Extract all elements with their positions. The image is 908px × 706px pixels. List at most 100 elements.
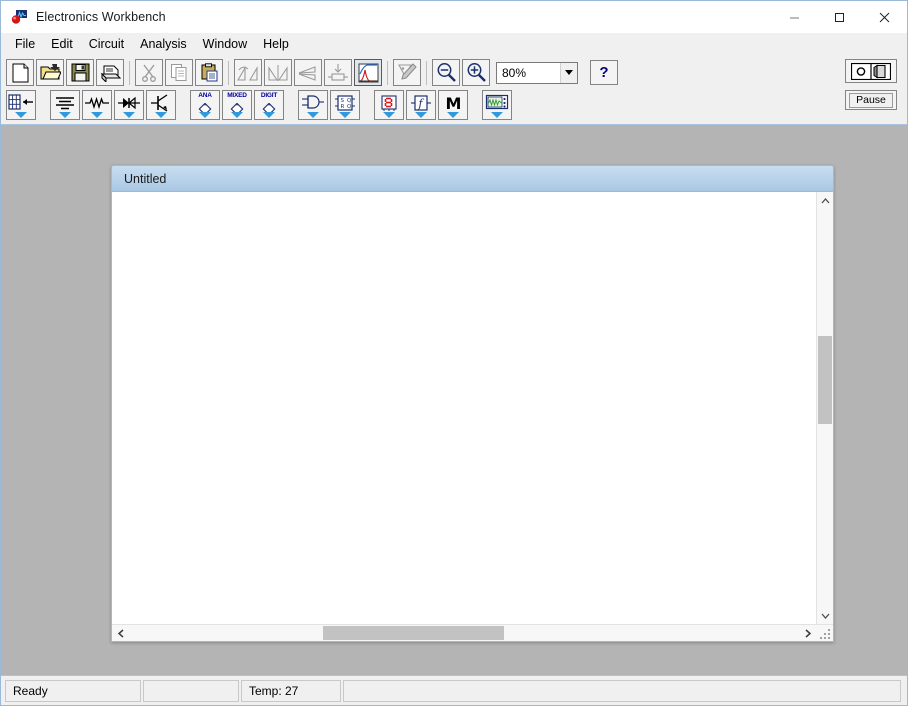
sr-flipflop-icon: S R Q Q xyxy=(334,92,356,113)
pause-button[interactable]: Pause xyxy=(845,90,897,110)
bin-dropdown-arrow-icon[interactable] xyxy=(59,112,71,118)
create-subcircuit-button[interactable] xyxy=(324,59,352,86)
favorites-bin-button[interactable] xyxy=(6,90,36,120)
vertical-scroll-thumb[interactable] xyxy=(818,336,832,424)
bin-dropdown-arrow-icon[interactable] xyxy=(339,112,351,118)
copy-button[interactable] xyxy=(165,59,193,86)
rotate-component-icon xyxy=(237,64,259,82)
toolbar-separator xyxy=(387,61,388,85)
circuit-document-window[interactable]: Untitled xyxy=(111,165,834,642)
bin-dropdown-arrow-icon[interactable] xyxy=(491,112,503,118)
bin-dropdown-arrow-icon[interactable] xyxy=(123,112,135,118)
flip-vertical-button[interactable] xyxy=(294,59,322,86)
vertical-scroll-track[interactable] xyxy=(817,209,833,607)
menu-item-file[interactable]: File xyxy=(7,34,43,54)
canvas-row xyxy=(112,192,833,624)
window-controls xyxy=(772,1,907,33)
minimize-icon[interactable] xyxy=(772,1,817,33)
controls-bin-button[interactable]: f xyxy=(406,90,436,120)
save-file-button[interactable] xyxy=(66,59,94,86)
window-title: Electronics Workbench xyxy=(36,10,166,24)
status-panel-4 xyxy=(343,680,901,702)
workspace-area[interactable]: Untitled xyxy=(1,125,907,675)
basic-bin-button[interactable] xyxy=(82,90,112,120)
rotate-button[interactable] xyxy=(234,59,262,86)
flip-vertical-icon xyxy=(297,64,319,82)
close-icon[interactable] xyxy=(862,1,907,33)
sources-bin-button[interactable] xyxy=(50,90,80,120)
bin-dropdown-arrow-icon[interactable] xyxy=(15,112,27,118)
maximize-icon[interactable] xyxy=(817,1,862,33)
analog-ics-bin-button[interactable]: ANA xyxy=(190,90,220,120)
diodes-bin-button[interactable] xyxy=(114,90,144,120)
mixed-ics-bin-button[interactable]: MIXED xyxy=(222,90,252,120)
menu-item-window[interactable]: Window xyxy=(195,34,255,54)
resistor-icon xyxy=(84,92,110,113)
power-switch[interactable] xyxy=(845,59,897,83)
resize-grip-icon[interactable] xyxy=(816,625,833,642)
status-message: Ready xyxy=(5,680,141,702)
zoom-out-button[interactable] xyxy=(432,59,460,86)
scroll-down-arrow-icon[interactable] xyxy=(817,607,834,624)
miscellaneous-bin-button[interactable]: M xyxy=(438,90,468,120)
indicators-bin-button[interactable] xyxy=(374,90,404,120)
menu-item-analysis[interactable]: Analysis xyxy=(132,34,195,54)
paste-button[interactable] xyxy=(195,59,223,86)
bin-dropdown-arrow-icon[interactable] xyxy=(383,112,395,118)
horizontal-scroll-thumb[interactable] xyxy=(323,626,504,640)
menu-item-circuit[interactable]: Circuit xyxy=(81,34,132,54)
digital-bin-button[interactable]: S R Q Q xyxy=(330,90,360,120)
horizontal-scrollbar[interactable] xyxy=(112,624,833,641)
scroll-right-arrow-icon[interactable] xyxy=(799,625,816,642)
bin-dropdown-arrow-icon[interactable] xyxy=(447,112,459,118)
vertical-scrollbar[interactable] xyxy=(816,192,833,624)
bin-dropdown-arrow-icon[interactable] xyxy=(91,112,103,118)
zoom-level-select[interactable]: 80% xyxy=(496,62,578,84)
bin-dropdown-arrow-icon[interactable] xyxy=(231,112,243,118)
menu-item-help[interactable]: Help xyxy=(255,34,297,54)
oscilloscope-icon xyxy=(485,92,509,113)
toolbar-area: 80% ? Pause xyxy=(1,55,907,125)
clipboard-paste-icon xyxy=(200,63,219,82)
flip-horizontal-icon xyxy=(267,64,289,82)
print-button[interactable] xyxy=(96,59,124,86)
zoom-in-icon xyxy=(466,62,487,83)
menu-bar: File Edit Circuit Analysis Window Help xyxy=(1,33,907,55)
scroll-left-arrow-icon[interactable] xyxy=(112,625,129,642)
help-button[interactable]: ? xyxy=(590,60,618,85)
menu-item-edit[interactable]: Edit xyxy=(43,34,81,54)
bin-dropdown-arrow-icon[interactable] xyxy=(199,112,211,118)
transfer-function-icon: f xyxy=(410,92,432,113)
analysis-graphs-button[interactable] xyxy=(354,59,382,86)
flip-horizontal-button[interactable] xyxy=(264,59,292,86)
chevron-down-icon[interactable] xyxy=(560,63,577,83)
digital-ics-bin-button[interactable]: DIGIT xyxy=(254,90,284,120)
floppy-disk-icon xyxy=(71,63,90,82)
transistors-bin-button[interactable] xyxy=(146,90,176,120)
document-body xyxy=(112,192,833,641)
simulation-run-controls: Pause xyxy=(845,59,901,110)
svg-text:M: M xyxy=(446,94,462,112)
zoom-in-button[interactable] xyxy=(462,59,490,86)
printer-icon xyxy=(100,63,121,82)
horizontal-scroll-track[interactable] xyxy=(129,625,799,641)
bin-dropdown-arrow-icon[interactable] xyxy=(263,112,275,118)
scroll-up-arrow-icon[interactable] xyxy=(817,192,834,209)
analysis-graph-icon xyxy=(358,63,379,83)
power-switch-icon xyxy=(851,63,891,80)
instruments-bin-button[interactable] xyxy=(482,90,512,120)
document-title-bar[interactable]: Untitled xyxy=(112,166,833,192)
logic-gates-bin-button[interactable] xyxy=(298,90,328,120)
new-file-button[interactable] xyxy=(6,59,34,86)
circuit-canvas[interactable] xyxy=(112,192,816,624)
diode-icon xyxy=(117,92,141,113)
cut-button[interactable] xyxy=(135,59,163,86)
seven-segment-display-icon xyxy=(379,92,399,113)
bin-dropdown-arrow-icon[interactable] xyxy=(415,112,427,118)
component-properties-button[interactable] xyxy=(393,59,421,86)
bin-dropdown-arrow-icon[interactable] xyxy=(155,112,167,118)
main-toolbar: 80% ? Pause xyxy=(1,57,907,88)
open-file-button[interactable] xyxy=(36,59,64,86)
bin-dropdown-arrow-icon[interactable] xyxy=(307,112,319,118)
zoom-level-value: 80% xyxy=(497,66,560,80)
